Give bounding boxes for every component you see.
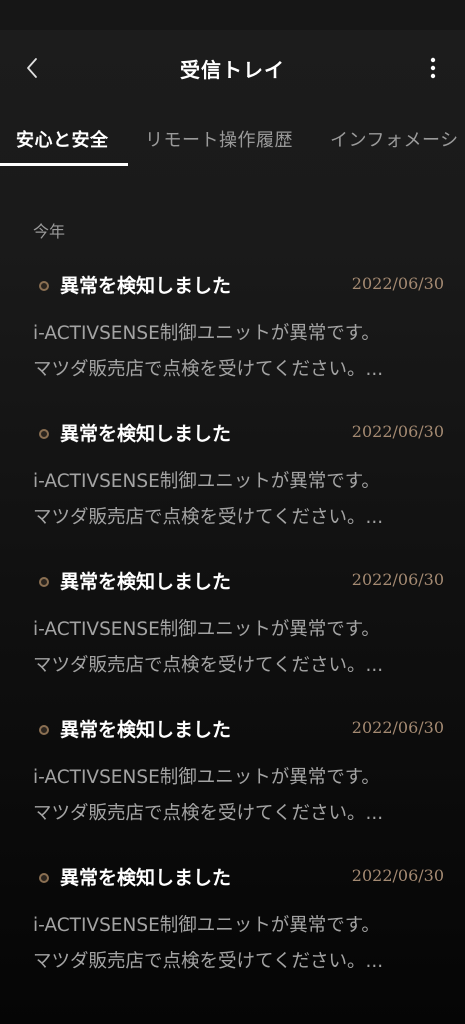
inbox-screen: 受信トレイ 安心と安全 リモート操作履歴 インフォメーシ 今年 異常を検知しまし… (0, 0, 465, 1024)
page-title: 受信トレイ (180, 58, 285, 82)
message-preview-line: i-ACTIVSENSE制御ユニットが異常です。 (33, 767, 380, 788)
message-item[interactable]: 異常を検知しました 2022/06/30 i-ACTIVSENSE制御ユニットが… (0, 706, 465, 854)
status-bar (0, 0, 465, 30)
message-preview-line: マツダ販売店で点検を受けてください。... (33, 951, 384, 972)
message-preview-line: マツダ販売店で点検を受けてください。... (33, 803, 384, 824)
message-preview-line: i-ACTIVSENSE制御ユニットが異常です。 (33, 471, 380, 492)
message-title: 異常を検知しました (60, 719, 232, 741)
tab-information[interactable]: インフォメーシ (330, 126, 459, 152)
message-preview: i-ACTIVSENSE制御ユニットが異常です。 マツダ販売店で点検を受けてくだ… (33, 464, 453, 536)
message-preview-line: i-ACTIVSENSE制御ユニットが異常です。 (33, 323, 380, 344)
message-title: 異常を検知しました (60, 275, 232, 297)
message-preview: i-ACTIVSENSE制御ユニットが異常です。 マツダ販売店で点検を受けてくだ… (33, 908, 453, 980)
message-preview-line: マツダ販売店で点検を受けてください。... (33, 359, 384, 380)
more-vertical-icon (430, 57, 436, 79)
message-preview-line: マツダ販売店で点検を受けてください。... (33, 507, 384, 528)
message-title: 異常を検知しました (60, 423, 232, 445)
active-tab-indicator (0, 163, 128, 166)
message-title: 異常を検知しました (60, 571, 232, 593)
unread-dot-icon (39, 725, 49, 735)
message-item[interactable]: 異常を検知しました 2022/06/30 i-ACTIVSENSE制御ユニットが… (0, 558, 465, 706)
message-item[interactable]: 異常を検知しました 2022/06/30 i-ACTIVSENSE制御ユニットが… (0, 262, 465, 410)
message-preview: i-ACTIVSENSE制御ユニットが異常です。 マツダ販売店で点検を受けてくだ… (33, 316, 453, 388)
tab-safety-security[interactable]: 安心と安全 (16, 126, 109, 152)
unread-dot-icon (39, 429, 49, 439)
message-date: 2022/06/30 (351, 422, 444, 441)
message-title: 異常を検知しました (60, 867, 232, 889)
unread-dot-icon (39, 577, 49, 587)
tab-remote-history[interactable]: リモート操作履歴 (145, 126, 293, 152)
top-app-bar: 受信トレイ (0, 30, 465, 106)
message-date: 2022/06/30 (351, 274, 444, 293)
message-preview-line: i-ACTIVSENSE制御ユニットが異常です。 (33, 619, 380, 640)
unread-dot-icon (39, 281, 49, 291)
message-item[interactable]: 異常を検知しました 2022/06/30 i-ACTIVSENSE制御ユニットが… (0, 854, 465, 1002)
message-date: 2022/06/30 (351, 866, 444, 885)
message-date: 2022/06/30 (351, 718, 444, 737)
message-preview: i-ACTIVSENSE制御ユニットが異常です。 マツダ販売店で点検を受けてくだ… (33, 612, 453, 684)
message-preview: i-ACTIVSENSE制御ユニットが異常です。 マツダ販売店で点検を受けてくだ… (33, 760, 453, 832)
category-tabs: 安心と安全 リモート操作履歴 インフォメーシ (0, 106, 465, 166)
section-header-this-year: 今年 (33, 222, 66, 241)
message-preview-line: マツダ販売店で点検を受けてください。... (33, 655, 384, 676)
message-preview-line: i-ACTIVSENSE制御ユニットが異常です。 (33, 915, 380, 936)
message-item[interactable]: 異常を検知しました 2022/06/30 i-ACTIVSENSE制御ユニットが… (0, 410, 465, 558)
message-list: 異常を検知しました 2022/06/30 i-ACTIVSENSE制御ユニットが… (0, 262, 465, 1002)
unread-dot-icon (39, 873, 49, 883)
more-options-button[interactable] (415, 50, 451, 86)
message-date: 2022/06/30 (351, 570, 444, 589)
